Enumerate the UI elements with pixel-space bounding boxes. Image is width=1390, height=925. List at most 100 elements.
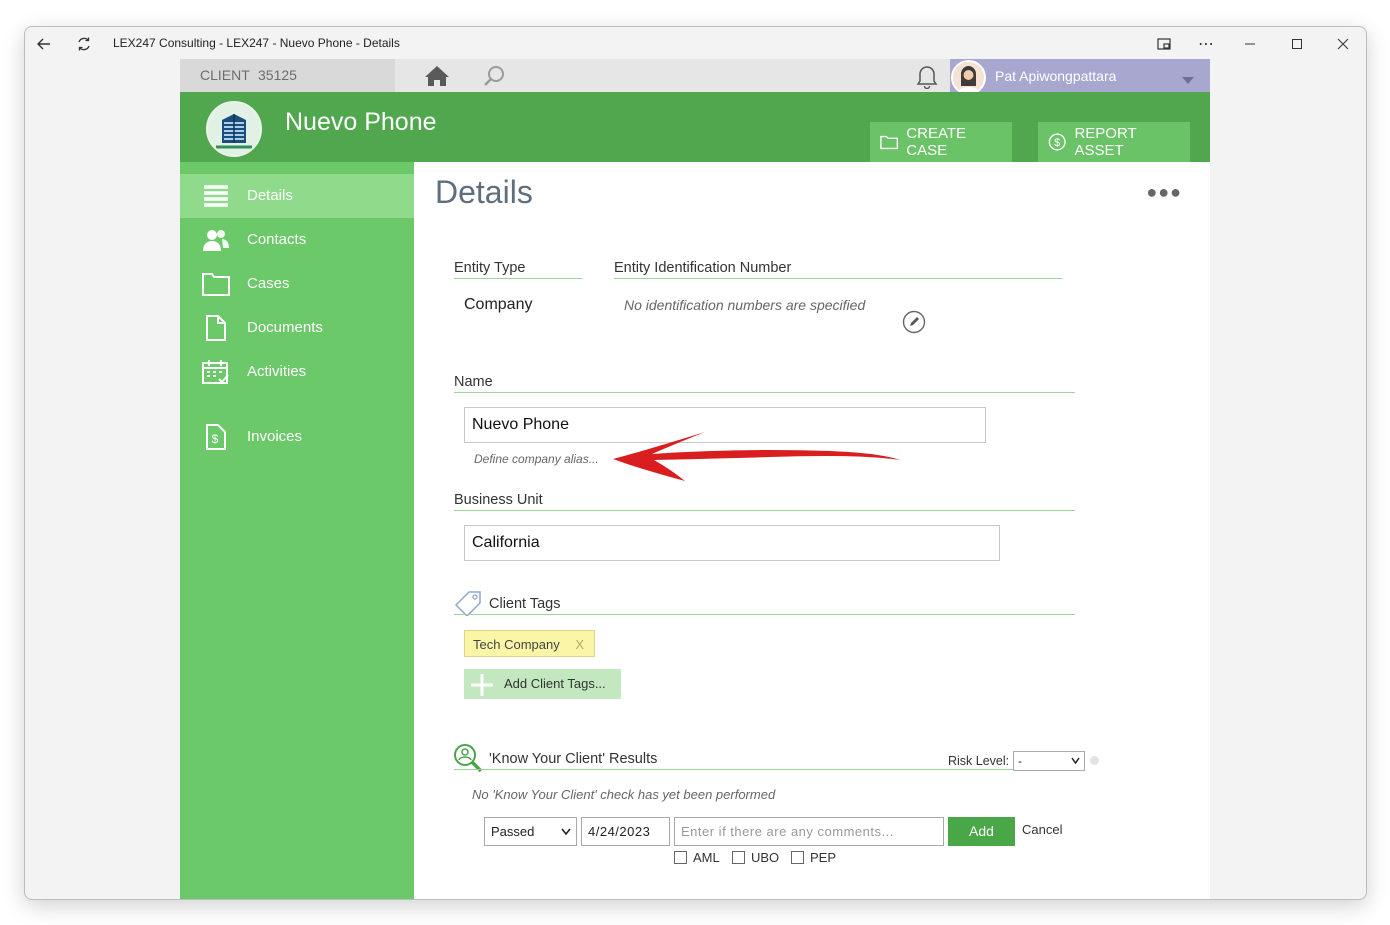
details-panel: Details ●●● Entity Type Company Entity I… [414, 162, 1210, 899]
cancel-link[interactable]: Cancel [1022, 822, 1062, 837]
invoice-icon: $ [206, 424, 226, 450]
client-tags-label: Client Tags [489, 596, 561, 612]
client-header: Nuevo Phone CREATE CASE $ REPORT ASSET [180, 92, 1210, 162]
ubo-checkbox[interactable]: UBO [732, 850, 779, 865]
document-icon [206, 315, 226, 341]
chevron-down-icon [561, 828, 571, 836]
checkbox-box[interactable] [791, 851, 804, 864]
chevron-down-icon [1071, 757, 1080, 765]
close-icon[interactable] [1332, 33, 1354, 55]
business-unit-input[interactable]: California [464, 525, 1000, 561]
client-label: CLIENT [200, 67, 250, 83]
checkbox-box[interactable] [674, 851, 687, 864]
ubo-label: UBO [751, 850, 780, 865]
pep-label: PEP [810, 850, 837, 865]
risk-level-label: Risk Level: [948, 754, 1013, 768]
home-icon[interactable] [424, 64, 450, 93]
divider [454, 769, 1075, 770]
entity-type-value: Company [464, 296, 533, 313]
refresh-icon[interactable] [73, 33, 95, 55]
sidebar-item-label: Activities [247, 363, 307, 380]
edit-pencil-icon[interactable] [902, 310, 926, 339]
risk-level-select[interactable]: - [1013, 751, 1085, 771]
divider [454, 278, 582, 279]
kyc-comment-input[interactable]: Enter if there are any comments... [674, 817, 944, 846]
entity-type-label: Entity Type [454, 260, 526, 276]
define-alias-link[interactable]: Define company alias... [474, 452, 599, 466]
maximize-icon[interactable] [1286, 33, 1308, 55]
add-client-tags-button[interactable]: Add Client Tags... [464, 669, 621, 699]
report-asset-label: REPORT ASSET [1074, 125, 1137, 159]
chevron-down-icon [1182, 72, 1194, 90]
divider [454, 510, 1075, 511]
more-options-icon[interactable]: ⋯ [1195, 33, 1217, 55]
entity-id-empty-text: No identification numbers are specified [624, 297, 866, 313]
name-label: Name [454, 374, 493, 390]
add-button[interactable]: Add [948, 817, 1015, 846]
sidebar: Details Contacts Cases Documents Activit… [180, 162, 414, 899]
application: CLIENT 35125 Pat Apiwongpattara Nuevo Ph… [180, 59, 1210, 899]
business-unit-label: Business Unit [454, 492, 543, 508]
risk-level-value: - [1018, 754, 1022, 768]
folder-icon [202, 273, 230, 296]
tag-remove-button[interactable]: X [575, 637, 584, 652]
aml-label: AML [693, 850, 720, 865]
cast-icon[interactable] [1153, 33, 1175, 55]
sidebar-item-invoices[interactable]: $ Invoices [180, 415, 414, 459]
avatar [951, 60, 986, 95]
back-arrow-icon[interactable] [33, 33, 55, 55]
svg-text:$: $ [1054, 137, 1060, 149]
red-arrow-annotation-icon [613, 432, 900, 481]
client-name-title: Nuevo Phone [285, 108, 437, 136]
kyc-magnifier-icon [452, 742, 486, 781]
title-bar: LEX247 Consulting - LEX247 - Nuevo Phone… [25, 27, 1366, 59]
user-name: Pat Apiwongpattara [995, 68, 1117, 84]
sidebar-item-label: Details [247, 187, 293, 204]
sidebar-item-contacts[interactable]: Contacts [180, 218, 414, 262]
list-icon [204, 185, 228, 207]
checkbox-box[interactable] [732, 851, 745, 864]
window-title: LEX247 Consulting - LEX247 - Nuevo Phone… [113, 36, 400, 50]
kyc-status-value: Passed [491, 824, 535, 839]
risk-status-dot [1090, 756, 1099, 765]
plus-icon [471, 674, 493, 696]
sidebar-item-label: Contacts [247, 231, 307, 248]
sidebar-item-label: Invoices [247, 428, 303, 445]
divider [454, 392, 1075, 393]
calendar-icon [202, 360, 229, 384]
client-indicator: CLIENT 35125 [180, 59, 395, 92]
add-client-tags-label: Add Client Tags... [504, 676, 606, 691]
kyc-date-input[interactable]: 4/24/2023 [581, 817, 670, 846]
create-case-label: CREATE CASE [906, 125, 967, 159]
search-icon[interactable] [482, 64, 506, 93]
tag-icon [454, 590, 484, 621]
kyc-status-select[interactable]: Passed [484, 817, 577, 846]
client-number: 35125 [258, 67, 297, 83]
divider [454, 614, 1075, 615]
create-case-button[interactable]: CREATE CASE [870, 122, 1012, 162]
aml-checkbox[interactable]: AML [674, 850, 720, 865]
entity-id-label: Entity Identification Number [614, 260, 792, 276]
sidebar-item-details[interactable]: Details [180, 174, 414, 218]
bell-icon[interactable] [915, 63, 939, 94]
svg-text:$: $ [212, 432, 219, 446]
more-icon[interactable]: ●●● [1146, 182, 1182, 203]
people-icon [203, 230, 229, 251]
divider [614, 278, 1062, 279]
report-asset-button[interactable]: $ REPORT ASSET [1038, 122, 1190, 162]
folder-icon [880, 135, 899, 150]
company-logo-icon [206, 101, 262, 157]
sidebar-item-documents[interactable]: Documents [180, 306, 414, 350]
sidebar-item-activities[interactable]: Activities [180, 350, 414, 394]
sidebar-item-label: Documents [247, 319, 323, 336]
tag-chip: Tech Company X [464, 630, 595, 657]
sidebar-item-cases[interactable]: Cases [180, 262, 414, 306]
top-bar: CLIENT 35125 Pat Apiwongpattara [180, 59, 1210, 95]
dollar-circle-icon: $ [1048, 133, 1066, 151]
kyc-label: 'Know Your Client' Results [489, 751, 658, 767]
minimize-icon[interactable] [1239, 33, 1261, 55]
pep-checkbox[interactable]: PEP [791, 850, 836, 865]
user-menu[interactable]: Pat Apiwongpattara [950, 59, 1210, 95]
tag-label: Tech Company [473, 637, 560, 652]
sidebar-item-label: Cases [247, 275, 290, 292]
